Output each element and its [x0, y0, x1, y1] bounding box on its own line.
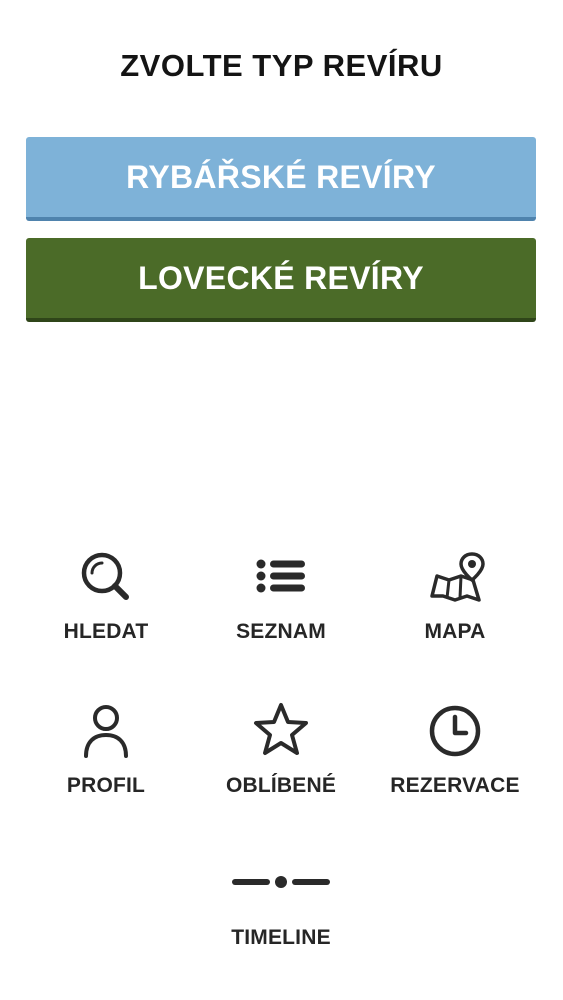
- nav-item-list[interactable]: SEZNAM: [196, 546, 366, 644]
- timeline-icon: [226, 852, 336, 912]
- page-title: ZVOLTE TYP REVÍRU: [120, 48, 443, 83]
- star-icon: [251, 700, 311, 760]
- clock-icon: [425, 700, 485, 760]
- nav-label-profile: PROFIL: [66, 774, 146, 797]
- hunting-grounds-button[interactable]: LOVECKÉ REVÍRY: [26, 238, 536, 322]
- nav-item-search[interactable]: HLEDAT: [21, 546, 191, 644]
- nav-item-map[interactable]: MAPA: [370, 546, 540, 644]
- list-icon: [251, 546, 311, 606]
- nav-item-timeline[interactable]: TIMELINE: [196, 852, 366, 950]
- nav-item-profile[interactable]: PROFIL: [21, 700, 191, 798]
- nav-label-reservations: REZERVACE: [390, 774, 520, 797]
- nav-label-search: HLEDAT: [63, 620, 149, 643]
- nav-label-favorites: OBLÍBENÉ: [225, 774, 337, 797]
- nav-item-favorites[interactable]: OBLÍBENÉ: [196, 700, 366, 798]
- fishing-grounds-button[interactable]: RYBÁŘSKÉ REVÍRY: [26, 137, 536, 221]
- map-icon: [425, 546, 485, 606]
- nav-label-map: MAPA: [424, 620, 486, 643]
- nav-label-list: SEZNAM: [236, 620, 326, 643]
- search-icon: [76, 546, 136, 606]
- nav-label-timeline: TIMELINE: [231, 926, 331, 949]
- nav-item-reservations[interactable]: REZERVACE: [370, 700, 540, 798]
- user-icon: [76, 700, 136, 760]
